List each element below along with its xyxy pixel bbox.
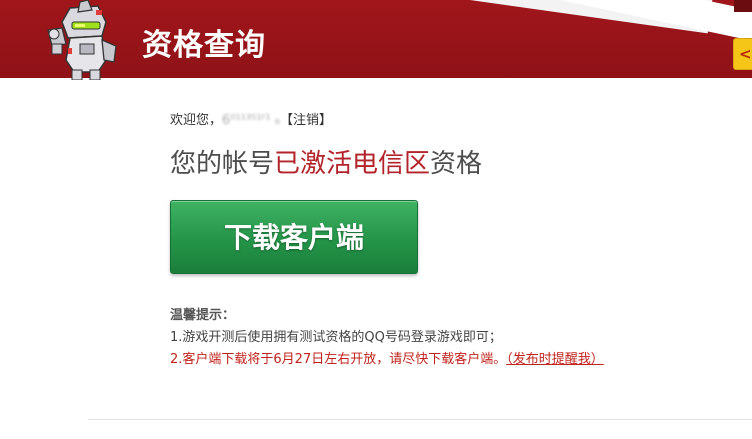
status-prefix: 您的帐号 [170, 149, 275, 179]
welcome-line: 欢迎您，6⁰¹¹³⁵¹ᶠ¹ ₆【注销】 [170, 112, 332, 130]
page: 资格查询 < 欢迎您，6⁰¹¹³⁵¹ᶠ¹ ₆【注销】 您的帐号已激活电信区资格 … [0, 0, 752, 439]
divider [88, 419, 752, 420]
remind-me-link[interactable]: （发布时提醒我） [506, 352, 604, 367]
status-highlight: 已激活电信区 [274, 149, 431, 179]
username: 6⁰¹¹³⁵¹ᶠ¹ ₆ [222, 113, 280, 128]
tip-text: 2.客户端下载将于6月27日左右开放，请尽快下载客户端。 [170, 352, 507, 367]
tip-item: 1.游戏开测后使用拥有测试资格的QQ号码登录游戏即可； [170, 330, 502, 345]
qualification-status: 您的帐号已激活电信区资格 [170, 146, 482, 182]
chevron-left-icon: < [739, 45, 752, 63]
logout-link[interactable]: 【注销】 [280, 113, 332, 128]
header-decor-corner [734, 0, 752, 12]
download-client-button[interactable]: 下载客户端 [170, 200, 418, 274]
tips-title: 温馨提示： [170, 308, 236, 323]
welcome-prefix: 欢迎您， [170, 113, 223, 128]
tip-item: 2.客户端下载将于6月27日左右开放，请尽快下载客户端。（发布时提醒我） [170, 351, 604, 369]
robot-mascot-icon [47, 0, 117, 80]
status-suffix: 资格 [430, 149, 483, 179]
page-title: 资格查询 [142, 28, 266, 63]
header-banner: 资格查询 [0, 0, 752, 80]
side-tab[interactable]: < [733, 38, 752, 70]
